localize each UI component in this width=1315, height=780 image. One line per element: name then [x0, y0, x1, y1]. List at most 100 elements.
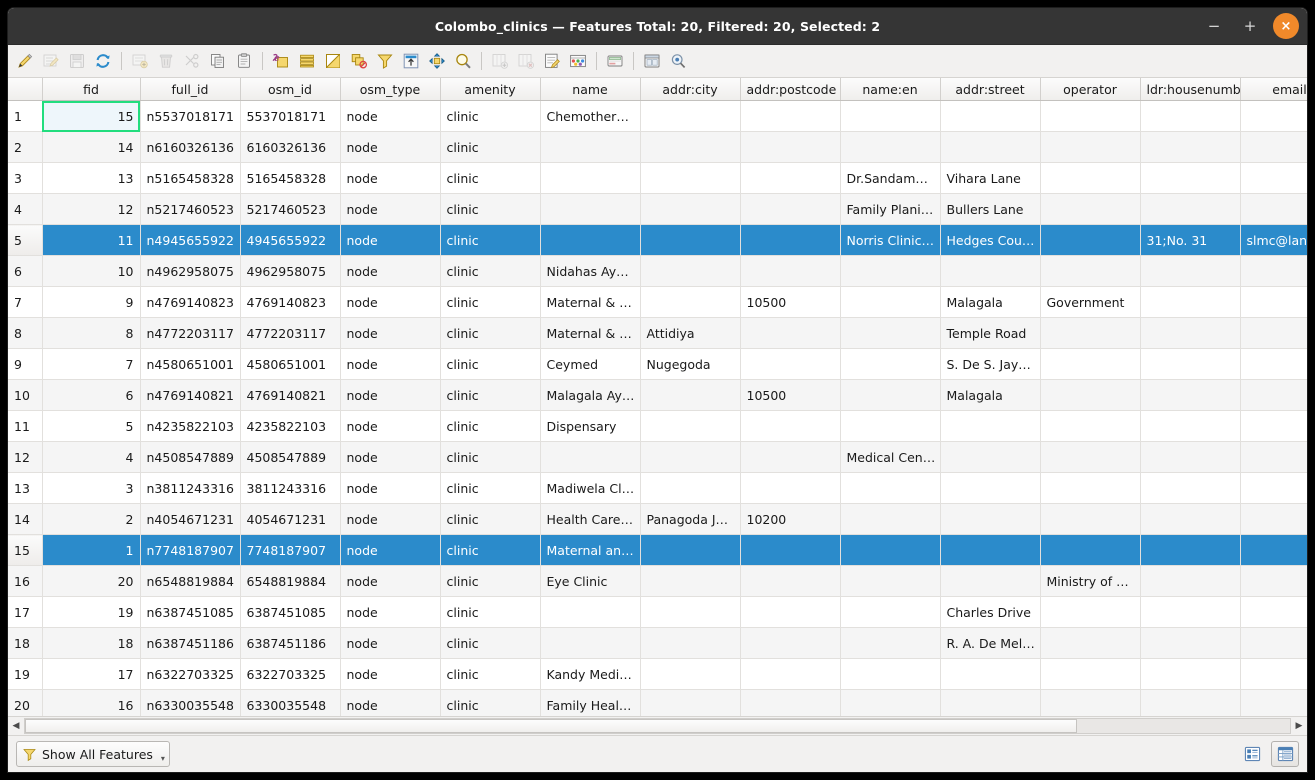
cell-amenity[interactable]: clinic	[440, 162, 541, 194]
cell-osm-type[interactable]: node	[340, 131, 441, 163]
cell-operator[interactable]	[1040, 317, 1141, 349]
column-header-addr-city[interactable]: addr:city	[640, 78, 741, 101]
scroll-right-arrow[interactable]: ▶	[1291, 718, 1307, 734]
cell-name[interactable]: Maternal an…	[540, 534, 641, 566]
cell-addr-city[interactable]	[640, 627, 741, 659]
cell-amenity[interactable]: clinic	[440, 503, 541, 535]
column-header-email[interactable]: email	[1240, 78, 1307, 101]
attribute-table-grid[interactable]: fid full_id osm_id osm_type amenity name addr:…	[8, 78, 1307, 717]
cell-addr-housenumber[interactable]	[1140, 286, 1241, 318]
table-row[interactable]: 8 8 n4772203117 4772203117 node clinic Materna…	[8, 317, 1307, 349]
cell-fid[interactable]: 3	[42, 472, 141, 504]
table-view-button[interactable]	[1271, 741, 1299, 767]
cell-full-id[interactable]: n4772203117	[140, 317, 241, 349]
cell-name[interactable]: Kandy Medi…	[540, 658, 641, 690]
new-field-icon[interactable]	[487, 48, 513, 74]
cell-email[interactable]	[1240, 472, 1307, 504]
cell-addr-housenumber[interactable]	[1140, 565, 1241, 597]
cell-full-id[interactable]: n4054671231	[140, 503, 241, 535]
cell-addr-postcode[interactable]	[740, 596, 841, 628]
cell-full-id[interactable]: n4769140821	[140, 379, 241, 411]
cell-full-id[interactable]: n5537018171	[140, 100, 241, 132]
cell-fid[interactable]: 16	[42, 689, 141, 716]
cell-name-en[interactable]	[840, 472, 941, 504]
filter-selection-icon[interactable]	[372, 48, 398, 74]
cell-addr-postcode[interactable]	[740, 689, 841, 716]
cell-operator[interactable]	[1040, 472, 1141, 504]
cell-addr-city[interactable]	[640, 193, 741, 225]
cell-name-en[interactable]	[840, 379, 941, 411]
cell-amenity[interactable]: clinic	[440, 472, 541, 504]
actions-icon[interactable]	[665, 48, 691, 74]
cell-osm-type[interactable]: node	[340, 503, 441, 535]
row-number[interactable]: 18	[8, 627, 43, 659]
cell-operator[interactable]: Government	[1040, 286, 1141, 318]
cell-full-id[interactable]: n6322703325	[140, 658, 241, 690]
cell-addr-housenumber[interactable]	[1140, 503, 1241, 535]
cell-addr-housenumber[interactable]: 31;No. 31	[1140, 224, 1241, 256]
cell-amenity[interactable]: clinic	[440, 410, 541, 442]
cell-addr-postcode[interactable]	[740, 658, 841, 690]
cell-addr-postcode[interactable]	[740, 317, 841, 349]
table-row[interactable]: 5 11 n4945655922 4945655922 node clinic Norris…	[8, 224, 1307, 256]
cell-addr-postcode[interactable]	[740, 410, 841, 442]
cell-addr-postcode[interactable]	[740, 627, 841, 659]
cell-fid[interactable]: 2	[42, 503, 141, 535]
cell-osm-type[interactable]: node	[340, 193, 441, 225]
cell-osm-id[interactable]: 4508547889	[240, 441, 341, 473]
cell-addr-street[interactable]: Charles Drive	[940, 596, 1041, 628]
cell-name[interactable]	[540, 162, 641, 194]
horizontal-scrollbar[interactable]: ◀ ▶	[8, 717, 1307, 736]
cell-addr-housenumber[interactable]	[1140, 379, 1241, 411]
cell-addr-housenumber[interactable]	[1140, 162, 1241, 194]
cell-name[interactable]	[540, 627, 641, 659]
column-header-fid[interactable]: fid	[42, 78, 141, 101]
cell-osm-id[interactable]: 4235822103	[240, 410, 341, 442]
column-header-osm-id[interactable]: osm_id	[240, 78, 341, 101]
cell-addr-housenumber[interactable]	[1140, 348, 1241, 380]
cell-email[interactable]	[1240, 317, 1307, 349]
dock-undock-icon[interactable]	[639, 48, 665, 74]
column-header-full-id[interactable]: full_id	[140, 78, 241, 101]
cell-name-en[interactable]	[840, 255, 941, 287]
cell-addr-housenumber[interactable]	[1140, 534, 1241, 566]
cell-addr-housenumber[interactable]	[1140, 131, 1241, 163]
cell-osm-type[interactable]: node	[340, 410, 441, 442]
cell-name[interactable]	[540, 193, 641, 225]
row-number[interactable]: 4	[8, 193, 43, 225]
table-row[interactable]: 15 1 n7748187907 7748187907 node clinic Matern…	[8, 534, 1307, 566]
cell-addr-postcode[interactable]	[740, 162, 841, 194]
cell-osm-type[interactable]: node	[340, 348, 441, 380]
cut-icon[interactable]	[179, 48, 205, 74]
cell-osm-id[interactable]: 5165458328	[240, 162, 341, 194]
cell-addr-postcode[interactable]	[740, 472, 841, 504]
cell-amenity[interactable]: clinic	[440, 317, 541, 349]
cell-addr-postcode[interactable]	[740, 348, 841, 380]
delete-field-icon[interactable]	[513, 48, 539, 74]
cell-osm-type[interactable]: node	[340, 162, 441, 194]
cell-osm-type[interactable]: node	[340, 255, 441, 287]
chevron-down-icon[interactable]: ▾	[158, 754, 165, 763]
cell-addr-city[interactable]	[640, 100, 741, 132]
select-all-icon[interactable]	[294, 48, 320, 74]
cell-addr-street[interactable]: Malagala	[940, 286, 1041, 318]
cell-email[interactable]	[1240, 503, 1307, 535]
scrollbar-thumb[interactable]	[25, 719, 1077, 733]
cell-osm-id[interactable]: 4580651001	[240, 348, 341, 380]
cell-addr-housenumber[interactable]	[1140, 255, 1241, 287]
row-number[interactable]: 12	[8, 441, 43, 473]
cell-addr-postcode[interactable]	[740, 441, 841, 473]
cell-name[interactable]: Health Care…	[540, 503, 641, 535]
cell-amenity[interactable]: clinic	[440, 596, 541, 628]
cell-osm-type[interactable]: node	[340, 658, 441, 690]
pan-to-selection-icon[interactable]	[424, 48, 450, 74]
cell-name-en[interactable]	[840, 410, 941, 442]
move-selection-to-top-icon[interactable]	[398, 48, 424, 74]
cell-email[interactable]	[1240, 658, 1307, 690]
cell-addr-postcode[interactable]	[740, 224, 841, 256]
cell-operator[interactable]	[1040, 100, 1141, 132]
row-number[interactable]: 2	[8, 131, 43, 163]
table-row[interactable]: 14 2 n4054671231 4054671231 node clinic Health…	[8, 503, 1307, 535]
zoom-to-selection-icon[interactable]	[450, 48, 476, 74]
cell-fid[interactable]: 8	[42, 317, 141, 349]
